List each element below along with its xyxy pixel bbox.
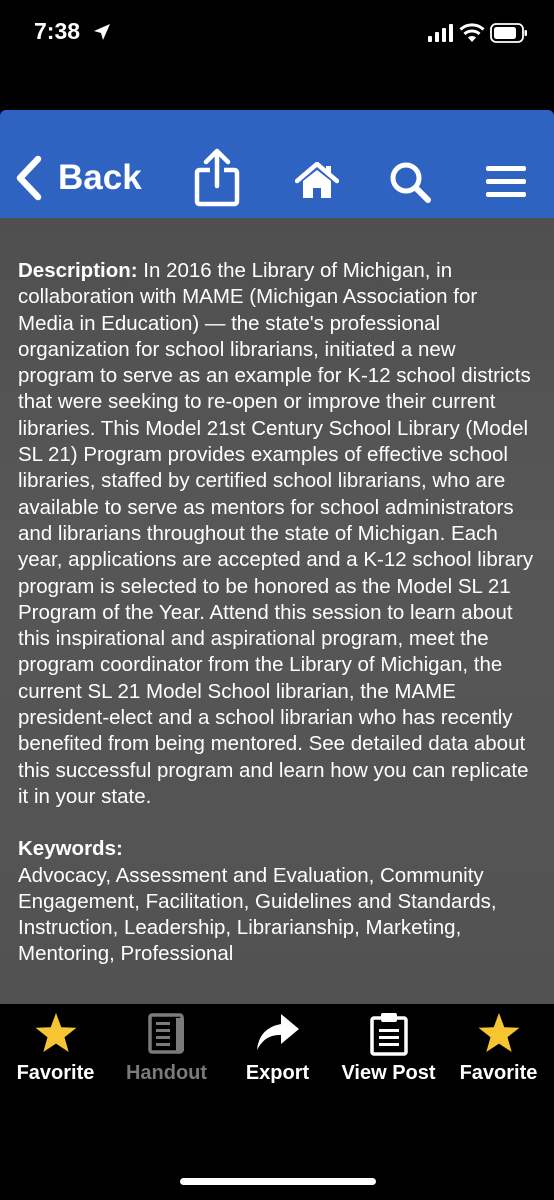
tab-label: Handout	[125, 1062, 208, 1084]
search-icon[interactable]	[388, 160, 432, 204]
session-detail-content[interactable]: Description: In 2016 the Library of Mich…	[0, 218, 554, 1004]
location-arrow-icon	[94, 24, 110, 40]
bottom-tab-bar: Favorite Handout Export View Post Favori…	[0, 1004, 554, 1200]
keywords-section: Keywords: Advocacy, Assessment and Evalu…	[18, 836, 536, 967]
wifi-icon	[459, 23, 485, 42]
description-text: In 2016 the Library of Michigan, in coll…	[18, 259, 534, 808]
star-icon	[35, 1013, 76, 1052]
chevron-left-icon	[16, 155, 42, 201]
tab-label: Favorite	[16, 1062, 95, 1084]
handout-icon	[147, 1013, 184, 1054]
menu-icon[interactable]	[484, 164, 528, 200]
tab-label: View Post	[341, 1062, 436, 1084]
battery-icon	[490, 23, 527, 43]
tab-label: Export	[245, 1062, 310, 1084]
cellular-signal-icon	[428, 24, 453, 42]
back-label: Back	[58, 158, 142, 197]
tab-handout[interactable]: Handout	[111, 1004, 222, 1104]
star-icon	[478, 1013, 519, 1052]
tab-favorite-2[interactable]: Favorite	[443, 1004, 554, 1104]
back-button[interactable]: Back	[14, 150, 142, 206]
keywords-text: Advocacy, Assessment and Evaluation, Com…	[18, 863, 497, 966]
status-time: 7:38	[34, 18, 81, 44]
status-bar: 7:38	[0, 0, 554, 72]
home-indicator[interactable]	[180, 1178, 376, 1185]
keywords-label: Keywords:	[18, 837, 123, 861]
top-spacer	[0, 72, 554, 110]
tab-label: Favorite	[459, 1062, 538, 1084]
home-icon[interactable]	[295, 162, 339, 200]
tab-view-post[interactable]: View Post	[333, 1004, 444, 1104]
description-label: Description:	[18, 259, 138, 282]
tab-favorite[interactable]: Favorite	[0, 1004, 111, 1104]
clipboard-icon	[369, 1013, 408, 1056]
tab-export[interactable]: Export	[222, 1004, 333, 1104]
export-arrow-icon	[256, 1014, 299, 1050]
navigation-bar: Back	[0, 110, 554, 218]
share-icon[interactable]	[194, 148, 240, 208]
content-text: Description: In 2016 the Library of Mich…	[18, 258, 536, 968]
description-paragraph: Description: In 2016 the Library of Mich…	[18, 258, 536, 810]
